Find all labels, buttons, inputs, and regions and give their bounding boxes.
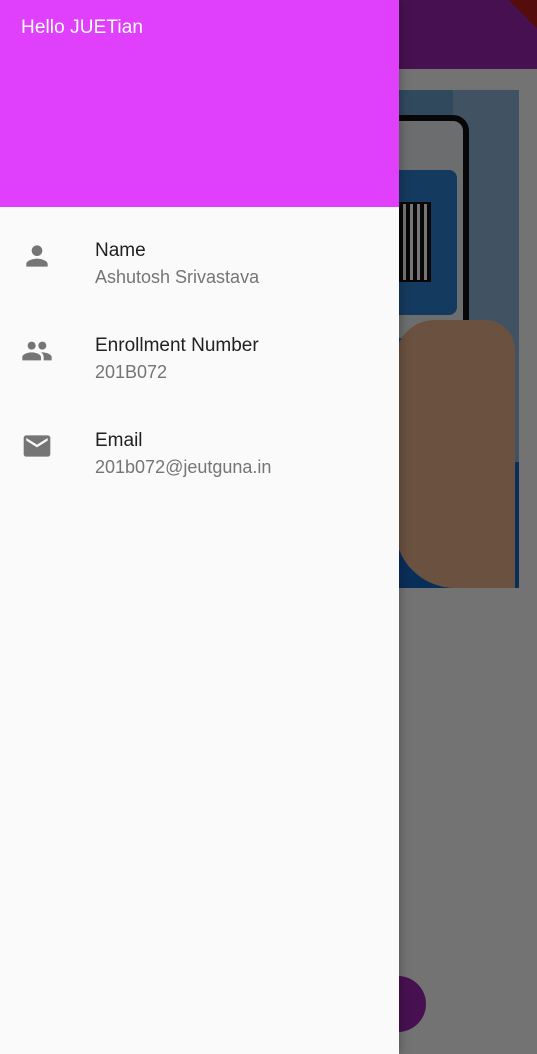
drawer-header-title: Hello JUETian	[21, 17, 144, 38]
list-item-title: Name	[95, 240, 146, 261]
email-icon	[21, 430, 53, 462]
navigation-drawer: Hello JUETian Name Ashutosh Srivastava E…	[0, 0, 399, 1054]
list-item-subtitle: 201b072@jeutguna.in	[95, 457, 272, 477]
people-icon	[21, 335, 53, 367]
drawer-header: Hello JUETian	[0, 0, 399, 207]
list-item-email[interactable]: Email 201b072@jeutguna.in	[0, 397, 399, 492]
list-item-subtitle: 201B072	[95, 362, 168, 382]
person-icon	[21, 240, 53, 272]
list-item-title: Enrollment Number	[95, 335, 259, 356]
list-item-subtitle: Ashutosh Srivastava	[95, 267, 260, 287]
list-item-enrollment-number[interactable]: Enrollment Number 201B072	[0, 302, 399, 397]
list-item-title: Email	[95, 430, 143, 451]
list-item-name[interactable]: Name Ashutosh Srivastava	[0, 207, 399, 302]
